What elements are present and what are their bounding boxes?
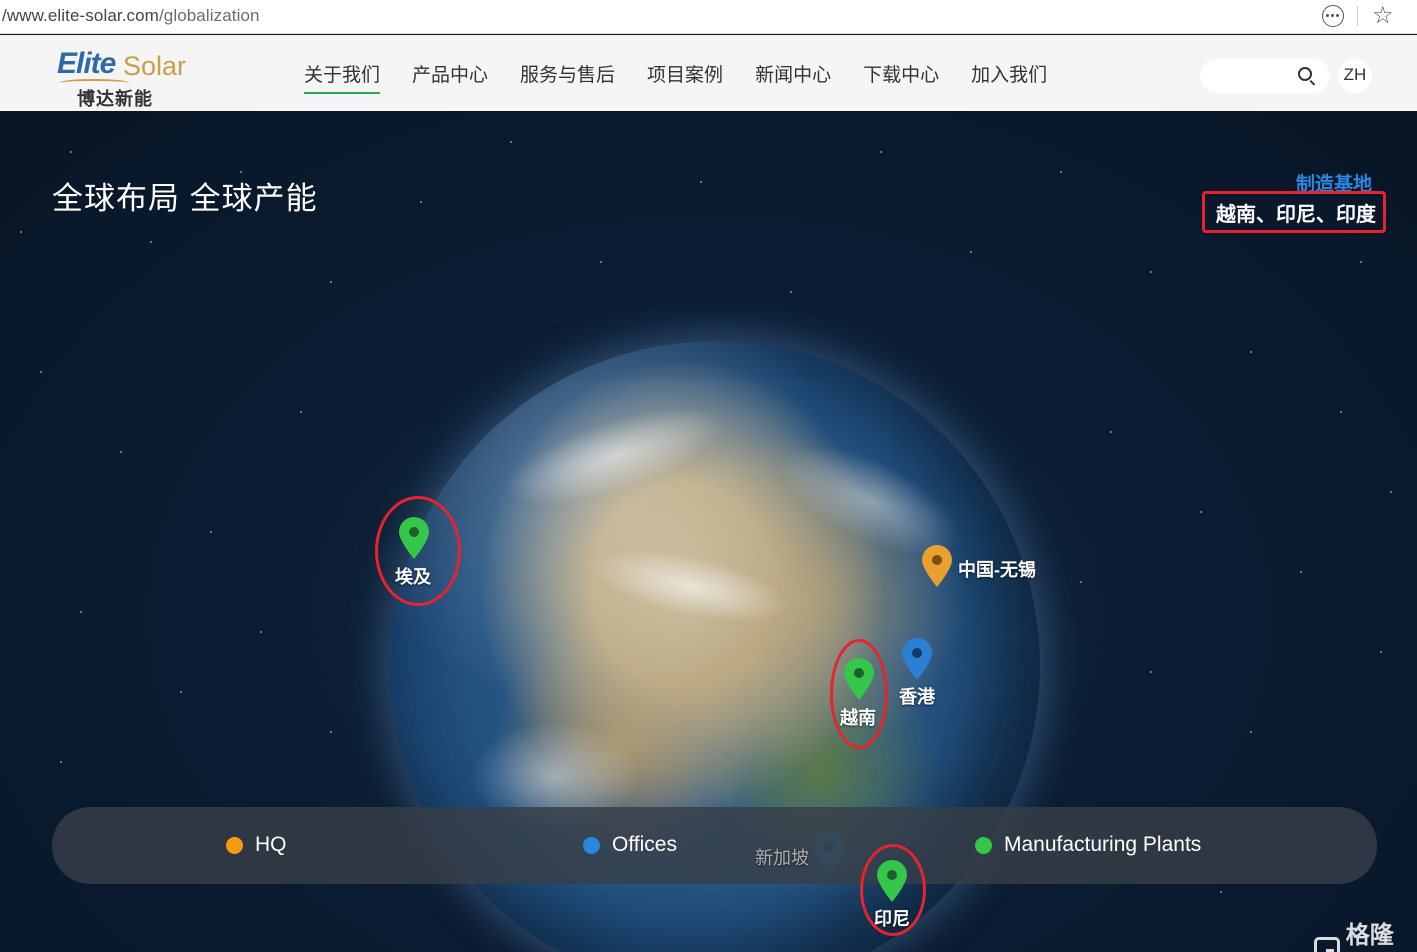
pin-label-hongkong: 香港 bbox=[899, 687, 935, 707]
pin-label-singapore: 新加坡 bbox=[755, 848, 809, 868]
url-field[interactable]: /www.elite-solar.com/globalization bbox=[2, 6, 260, 26]
nav-item-cases[interactable]: 项目案例 bbox=[647, 65, 723, 91]
legend-label-hq: HQ bbox=[255, 833, 287, 856]
map-pin-icon-hongkong[interactable] bbox=[900, 637, 934, 681]
pin-label-wuxi: 中国-无锡 bbox=[958, 560, 1036, 580]
language-switch-button[interactable]: ZH bbox=[1338, 59, 1372, 93]
logo-brand-elite: Elite bbox=[57, 47, 116, 80]
highlight-box-annotation bbox=[1202, 191, 1386, 233]
legend-dot-manufacturing bbox=[975, 836, 992, 854]
red-circle-annotation bbox=[860, 844, 926, 936]
logo-brand-solar: Solar bbox=[123, 51, 187, 81]
cloud-layer bbox=[494, 387, 736, 525]
search-icon[interactable] bbox=[1298, 67, 1312, 81]
legend-entry-manufacturing: Manufacturing Plants bbox=[975, 833, 1201, 857]
star-icon[interactable]: ☆ bbox=[1372, 1, 1394, 31]
nav-item-join[interactable]: 加入我们 bbox=[971, 65, 1047, 91]
red-circle-annotation bbox=[830, 639, 888, 749]
globalization-hero: 全球布局 全球产能 制造基地 越南、印尼、印度 埃及 中国-无锡 香港 越南 H… bbox=[0, 111, 1417, 952]
logo-cn-name: 博达新能 bbox=[77, 89, 153, 109]
himalaya-region bbox=[585, 535, 795, 637]
nav-item-service[interactable]: 服务与售后 bbox=[520, 65, 615, 91]
legend-bar: HQ Offices Manufacturing Plants bbox=[52, 807, 1377, 884]
url-host: /www.elite-solar.com bbox=[2, 6, 159, 25]
nav-item-downloads[interactable]: 下载中心 bbox=[863, 65, 939, 91]
legend-dot-hq bbox=[226, 836, 243, 854]
watermark-logo-icon bbox=[1314, 937, 1340, 952]
toolbar-divider bbox=[1357, 6, 1358, 26]
search-input[interactable] bbox=[1200, 59, 1330, 93]
red-circle-annotation bbox=[375, 496, 461, 606]
url-path: /globalization bbox=[158, 6, 260, 25]
watermark-text: 格隆汇 bbox=[1345, 922, 1394, 949]
legend-label-manufacturing: Manufacturing Plants bbox=[1004, 833, 1202, 856]
site-logo[interactable]: Elite Solar 博达新能 bbox=[55, 45, 187, 109]
legend-dot-offices bbox=[583, 836, 600, 854]
legend-entry-hq: HQ bbox=[226, 833, 287, 857]
legend-entry-offices: Offices bbox=[583, 833, 677, 857]
map-pin-icon-wuxi[interactable] bbox=[920, 544, 954, 588]
nav-item-products[interactable]: 产品中心 bbox=[412, 65, 488, 91]
site-header: Elite Solar 博达新能 关于我们 产品中心 服务与售后 项目案例 新闻… bbox=[0, 35, 1417, 111]
browser-address-bar: /www.elite-solar.com/globalization ☆ bbox=[0, 0, 1417, 34]
main-nav: 关于我们 产品中心 服务与售后 项目案例 新闻中心 下载中心 加入我们 bbox=[304, 65, 1079, 94]
legend-label-offices: Offices bbox=[612, 833, 677, 856]
more-horizontal-icon[interactable] bbox=[1322, 5, 1344, 27]
watermark: 格隆汇 bbox=[1314, 915, 1417, 952]
nav-item-news[interactable]: 新闻中心 bbox=[755, 65, 831, 91]
nav-item-about[interactable]: 关于我们 bbox=[304, 65, 381, 94]
hero-title: 全球布局 全球产能 bbox=[52, 181, 318, 216]
